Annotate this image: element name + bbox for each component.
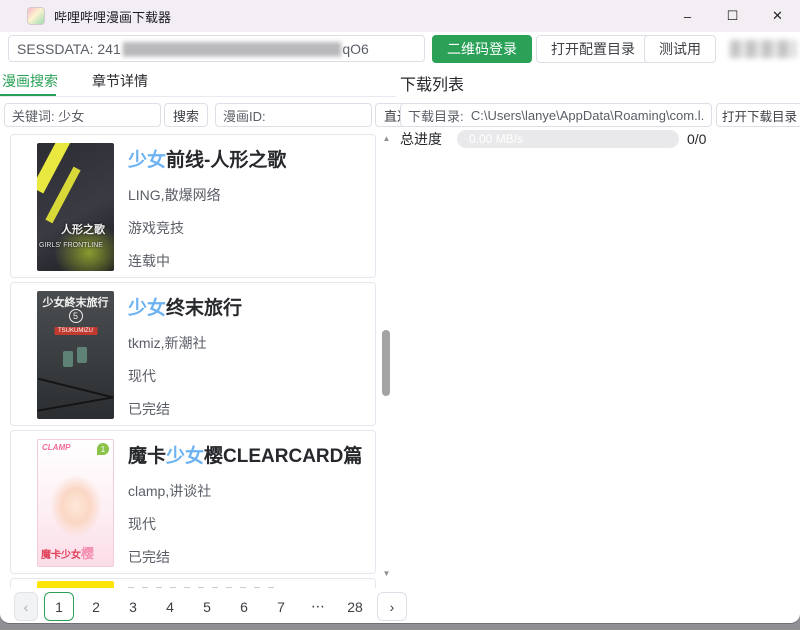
page-button-6[interactable]: 6 <box>229 592 259 621</box>
active-tab-underline <box>0 94 56 96</box>
scroll-down-icon[interactable]: ▼ <box>382 569 391 578</box>
page-more-icon[interactable]: ⋯ <box>303 592 333 621</box>
page-button-7[interactable]: 7 <box>266 592 296 621</box>
manga-status: 已完结 <box>128 399 242 417</box>
minimize-button[interactable]: – <box>665 0 710 32</box>
sessdata-suffix: qO6 <box>342 41 368 57</box>
manga-title: 少女前线-人形之歌 <box>128 145 286 172</box>
window-controls: – ☐ ✕ <box>665 0 800 32</box>
cover-text: 5 <box>69 309 83 323</box>
manga-status: 连载中 <box>128 251 286 269</box>
maximize-button[interactable]: ☐ <box>710 0 755 32</box>
list-scrollbar[interactable]: ▲ ▼ <box>381 134 392 586</box>
clipped-text <box>128 587 278 588</box>
page-button-3[interactable]: 3 <box>118 592 148 621</box>
title-bar: 哔哩哔哩漫画下载器 – ☐ ✕ <box>0 0 800 32</box>
manga-card[interactable]: CLAMP 1 魔卡少女樱 魔卡少女樱CLEARCARD篇 clamp,讲谈社 … <box>10 430 376 574</box>
download-dir-path: C:\Users\lanye\AppData\Roaming\com.l. <box>471 108 704 123</box>
app-icon <box>27 7 45 25</box>
pagination: ‹ 1 2 3 4 5 6 7 ⋯ 28 › <box>14 592 413 621</box>
manga-cover-girls-frontline: 人形之歌 GIRLS' FRONTLINE <box>37 143 114 271</box>
next-page-button[interactable]: › <box>377 592 407 621</box>
manga-author: LING,散爆网络 <box>128 185 286 205</box>
toolbar: SESSDATA: 241 ██████████████████████████… <box>0 32 800 66</box>
close-button[interactable]: ✕ <box>755 0 800 32</box>
keyword-value: 少女 <box>58 106 84 125</box>
manga-cover-girls-last-tour: 少女終末旅行 5 TSUKUMIZU <box>37 291 114 419</box>
keyword-input[interactable]: 关键词: 少女 <box>4 103 161 127</box>
progress-count: 0/0 <box>687 131 706 147</box>
manga-title: 魔卡少女樱CLEARCARD篇 <box>128 441 362 468</box>
manga-card[interactable]: 人形之歌 GIRLS' FRONTLINE 少女前线-人形之歌 LING,散爆网… <box>10 134 376 278</box>
download-list-title: 下载列表 <box>400 71 464 95</box>
sessdata-prefix: SESSDATA: 241 <box>17 41 121 57</box>
progress-bar: 0.00 MB/s <box>457 130 679 148</box>
manga-cover-cardcaptor-sakura: CLAMP 1 魔卡少女樱 <box>37 439 114 567</box>
manga-author: tkmiz,新潮社 <box>128 333 242 353</box>
manga-author: clamp,讲谈社 <box>128 481 362 501</box>
manga-card-partial[interactable] <box>10 578 376 588</box>
manga-cover-partial <box>37 581 114 588</box>
cover-text: 1 <box>97 443 109 455</box>
username-masked <box>730 40 796 58</box>
manga-id-label: 漫画ID: <box>223 106 266 125</box>
cover-text: 魔卡少女樱 <box>41 543 94 562</box>
cover-text: 人形之歌 <box>61 221 105 237</box>
open-download-dir-button[interactable]: 打开下载目录 <box>716 103 800 127</box>
app-title: 哔哩哔哩漫画下载器 <box>54 7 171 26</box>
total-progress-row: 总进度 0.00 MB/s 0/0 <box>400 129 706 149</box>
cover-text: 少女終末旅行 <box>37 294 114 310</box>
keyword-label: 关键词: <box>12 106 55 125</box>
progress-speed: 0.00 MB/s <box>469 132 523 146</box>
scroll-up-icon[interactable]: ▲ <box>382 134 391 143</box>
app-window: 哔哩哔哩漫画下载器 – ☐ ✕ SESSDATA: 241 ██████████… <box>0 0 800 624</box>
cover-text: TSUKUMIZU <box>54 327 97 335</box>
scrollbar-thumb[interactable] <box>382 330 390 396</box>
sessdata-masked: █████████████████████████████ <box>123 42 341 56</box>
open-config-dir-button[interactable]: 打开配置目录 <box>536 35 650 63</box>
download-dir-label: 下载目录: <box>408 106 464 125</box>
search-button[interactable]: 搜索 <box>164 103 208 127</box>
test-button[interactable]: 测试用 <box>644 35 716 63</box>
page-button-1[interactable]: 1 <box>44 592 74 621</box>
manga-genre: 现代 <box>128 514 362 534</box>
page-button-5[interactable]: 5 <box>192 592 222 621</box>
tab-chapter-detail[interactable]: 章节详情 <box>92 66 148 96</box>
page-button-4[interactable]: 4 <box>155 592 185 621</box>
download-dir-row: 下载目录: C:\Users\lanye\AppData\Roaming\com… <box>400 103 800 127</box>
tab-bar: 漫画搜索 章节详情 <box>0 66 396 97</box>
search-controls-row: 关键词: 少女 搜索 漫画ID: 直达 <box>4 103 419 127</box>
cover-text: GIRLS' FRONTLINE <box>39 242 103 249</box>
page-button-2[interactable]: 2 <box>81 592 111 621</box>
manga-genre: 现代 <box>128 366 242 386</box>
search-result-list: 人形之歌 GIRLS' FRONTLINE 少女前线-人形之歌 LING,散爆网… <box>0 134 396 588</box>
manga-status: 已完结 <box>128 547 362 565</box>
download-dir-input[interactable]: 下载目录: C:\Users\lanye\AppData\Roaming\com… <box>400 103 712 127</box>
prev-page-button[interactable]: ‹ <box>14 592 38 621</box>
qr-login-button[interactable]: 二维码登录 <box>432 35 532 63</box>
manga-genre: 游戏竞技 <box>128 218 286 238</box>
manga-id-input[interactable]: 漫画ID: <box>215 103 372 127</box>
sessdata-input[interactable]: SESSDATA: 241 ██████████████████████████… <box>8 35 425 62</box>
progress-label: 总进度 <box>400 129 442 149</box>
tab-manga-search[interactable]: 漫画搜索 <box>2 66 58 96</box>
cover-text: CLAMP <box>42 443 70 452</box>
page-button-28[interactable]: 28 <box>340 592 370 621</box>
manga-title: 少女终末旅行 <box>128 293 242 320</box>
manga-card[interactable]: 少女終末旅行 5 TSUKUMIZU 少女终末旅行 tkmiz,新潮社 现代 已… <box>10 282 376 426</box>
